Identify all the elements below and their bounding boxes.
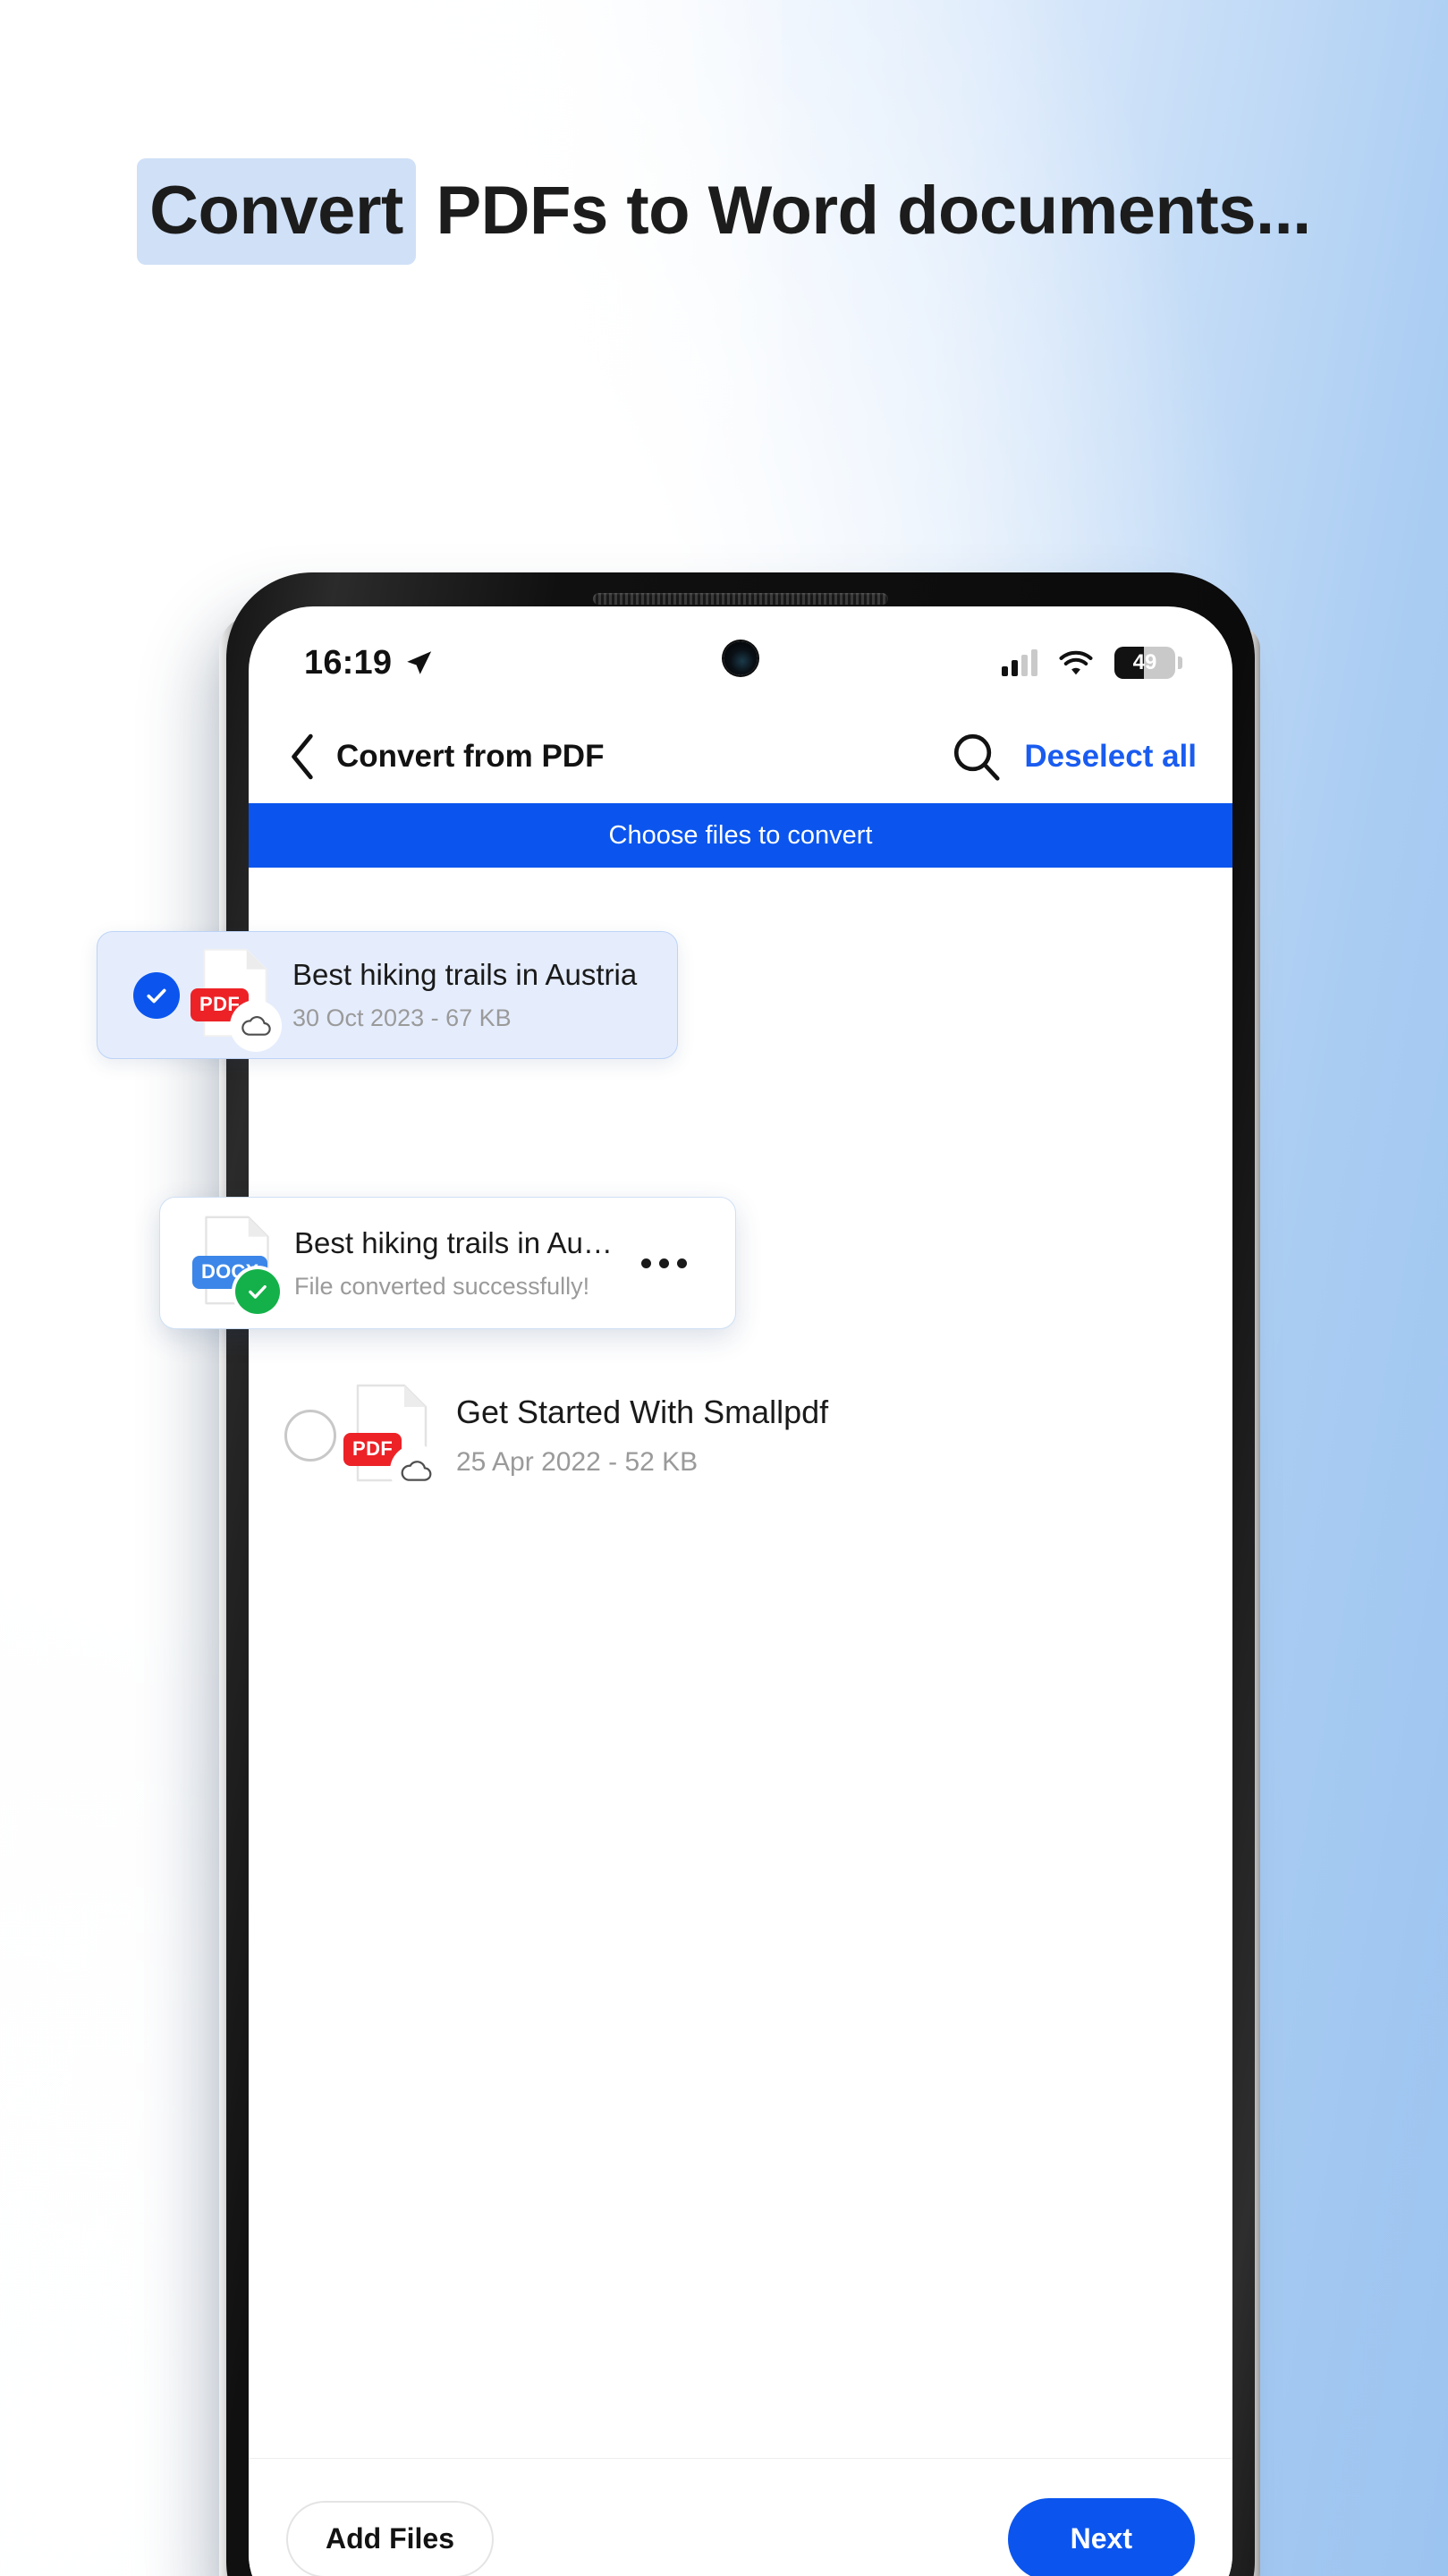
selected-file-card[interactable]: PDF Best hiking trails in Austria 30 Oct… [97,931,678,1059]
cloud-icon [230,999,282,1052]
status-bar-left: 16:19 [304,644,434,682]
check-circle-icon [235,1269,280,1314]
headline-rest: PDFs to Word documents... [417,173,1311,249]
signal-bars-icon [1002,649,1037,676]
file-name: Get Started With Smallpdf [456,1394,829,1430]
phone-screen: 16:19 49 Convert from PDF Deselect all C… [249,606,1232,2576]
status-time: 16:19 [304,643,393,682]
battery-cap [1178,657,1182,669]
file-text-block: Get Started With Smallpdf 25 Apr 2022 - … [456,1394,1202,1478]
add-files-button[interactable]: Add Files [286,2500,495,2576]
status-bar-right: 49 [1002,647,1182,679]
battery-icon: 49 [1114,647,1182,679]
file-checkbox-checked[interactable] [133,971,180,1019]
file-text-block: Best hiking trails in Austria-converted … [294,1226,618,1301]
chevron-left-icon [292,733,313,780]
file-name: Best hiking trails in Austria-converted [294,1225,618,1259]
phone-body: 16:19 49 Convert from PDF Deselect all C… [226,572,1255,2576]
converted-file-card[interactable]: DOCX Best hiking trails in Austria-conve… [159,1197,736,1329]
search-icon [954,733,1000,781]
check-icon [147,988,166,1003]
battery-percent: 49 [1132,650,1157,674]
page-title: Convert from PDF [336,739,605,774]
file-name: Best hiking trails in Austria [292,958,638,991]
location-arrow-icon [407,651,432,674]
file-meta: 25 Apr 2022 - 52 KB [456,1447,699,1477]
check-glyph [249,1284,267,1299]
file-text-block: Best hiking trails in Austria 30 Oct 202… [292,958,641,1032]
front-camera [724,641,758,675]
file-status-message: File converted successfully! [294,1272,590,1300]
choose-files-banner: Choose files to convert [249,803,1232,868]
bottom-action-bar: Add Files Next [249,2458,1232,2576]
wifi-icon [1059,650,1093,675]
file-meta: 30 Oct 2023 - 67 KB [292,1004,512,1031]
cloud-glyph [241,1016,271,1036]
phone-mockup: 16:19 49 Convert from PDF Deselect all C… [219,572,1260,2576]
cloud-glyph [401,1461,432,1481]
search-button[interactable] [945,725,1008,788]
file-list: PDF Get Started With Smallpdf 25 Apr 202… [249,868,1232,2458]
file-checkbox-unchecked[interactable] [284,1410,336,1462]
app-header: Convert from PDF Deselect all [249,710,1232,803]
earpiece-speaker [593,593,888,605]
back-button[interactable] [274,727,333,786]
pdf-file-icon: PDF [343,1384,442,1496]
docx-file-icon: DOCX [192,1216,280,1314]
promo-headline: Convert PDFs to Word documents... [0,158,1448,265]
pdf-file-icon: PDF [191,948,282,1052]
deselect-all-button[interactable]: Deselect all [1024,739,1197,775]
more-horizontal-icon[interactable] [629,1241,699,1286]
banner-label: Choose files to convert [608,820,873,850]
headline-highlight-word: Convert [137,158,416,265]
next-button[interactable]: Next [1007,2497,1195,2576]
list-item[interactable]: PDF Get Started With Smallpdf 25 Apr 202… [249,1360,1232,1512]
cloud-icon [390,1445,442,1496]
